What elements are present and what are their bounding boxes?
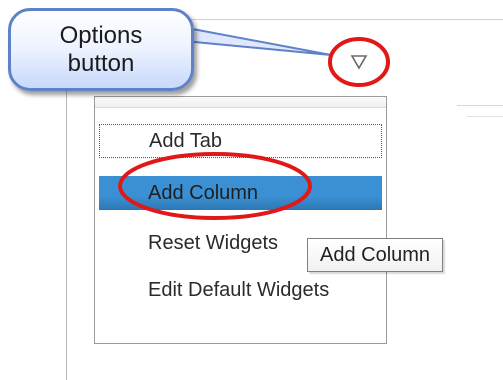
- panel-divider: [457, 105, 503, 106]
- panel-divider: [467, 116, 503, 117]
- tooltip-text: Add Column: [320, 243, 431, 266]
- options-button[interactable]: [347, 52, 371, 72]
- menu-item-edit-default-widgets[interactable]: Edit Default Widgets: [99, 273, 382, 307]
- menu-top-strip: [95, 97, 386, 108]
- options-menu: Add Tab Add Column Reset Widgets Edit De…: [94, 96, 387, 344]
- menu-item-label: Add Column: [148, 181, 259, 204]
- menu-item-add-column[interactable]: Add Column: [99, 176, 382, 210]
- chevron-down-icon: [350, 55, 368, 70]
- callout-box: Options button: [8, 8, 194, 91]
- menu-item-add-tab[interactable]: Add Tab: [99, 124, 382, 158]
- callout-line-2: button: [67, 49, 135, 77]
- menu-item-label: Edit Default Widgets: [148, 278, 330, 301]
- callout-line-1: Options: [59, 21, 143, 49]
- menu-item-label: Add Tab: [149, 129, 223, 152]
- menu-item-label: Reset Widgets: [148, 231, 279, 254]
- tooltip: Add Column: [307, 238, 444, 272]
- callout-text: Options button: [60, 22, 143, 77]
